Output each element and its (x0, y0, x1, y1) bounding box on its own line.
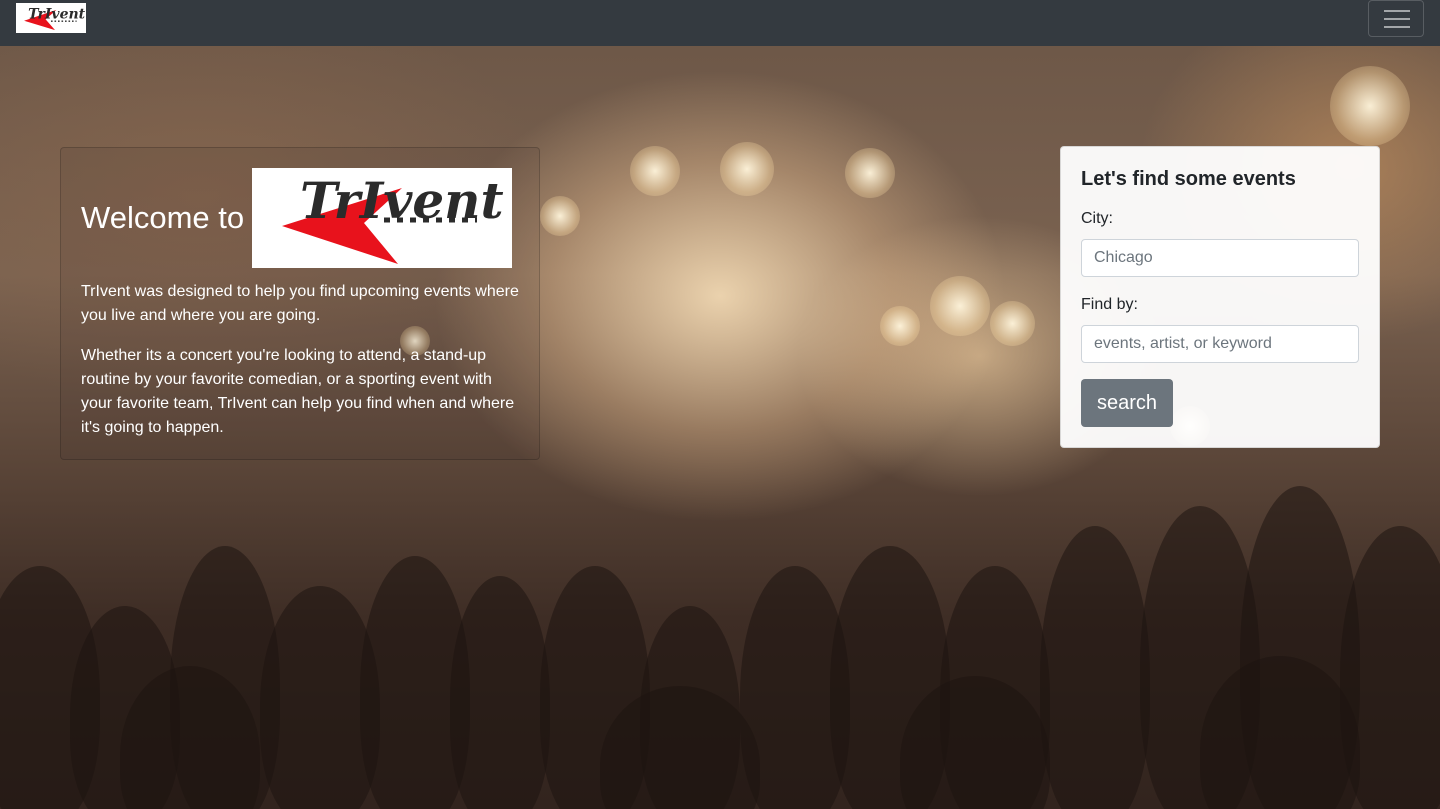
event-search-card: Let's find some events City: Find by: se… (1060, 146, 1380, 448)
trivent-logo-icon: TrIvent (282, 171, 504, 264)
city-field-group: City: (1081, 207, 1359, 277)
city-label: City: (1081, 210, 1113, 227)
logo-wordmark: TrIvent (28, 7, 86, 23)
top-navbar: TrIvent (0, 0, 1440, 46)
welcome-title: Welcome to (81, 200, 245, 235)
navbar-toggler-button[interactable] (1368, 0, 1424, 37)
trivent-logo-icon: TrIvent (24, 7, 86, 31)
hamburger-menu-icon (1384, 9, 1410, 29)
keyword-field-group: Find by: (1081, 293, 1359, 363)
search-card-title: Let's find some events (1081, 168, 1296, 190)
welcome-header: Welcome to TrIvent (81, 168, 519, 268)
city-input[interactable] (1081, 239, 1359, 277)
welcome-paragraph-intro: TrIvent was designed to help you find up… (81, 283, 519, 324)
brand-logo-link[interactable]: TrIvent (16, 3, 86, 33)
keyword-input[interactable] (1081, 325, 1359, 363)
find-by-label: Find by: (1081, 296, 1138, 313)
welcome-paragraph-details: Whether its a concert you're looking to … (81, 347, 515, 436)
welcome-card: Welcome to TrIvent TrIvent was designed … (60, 147, 540, 460)
search-button[interactable]: search (1081, 379, 1173, 427)
trivent-logo-image: TrIvent (252, 168, 513, 268)
